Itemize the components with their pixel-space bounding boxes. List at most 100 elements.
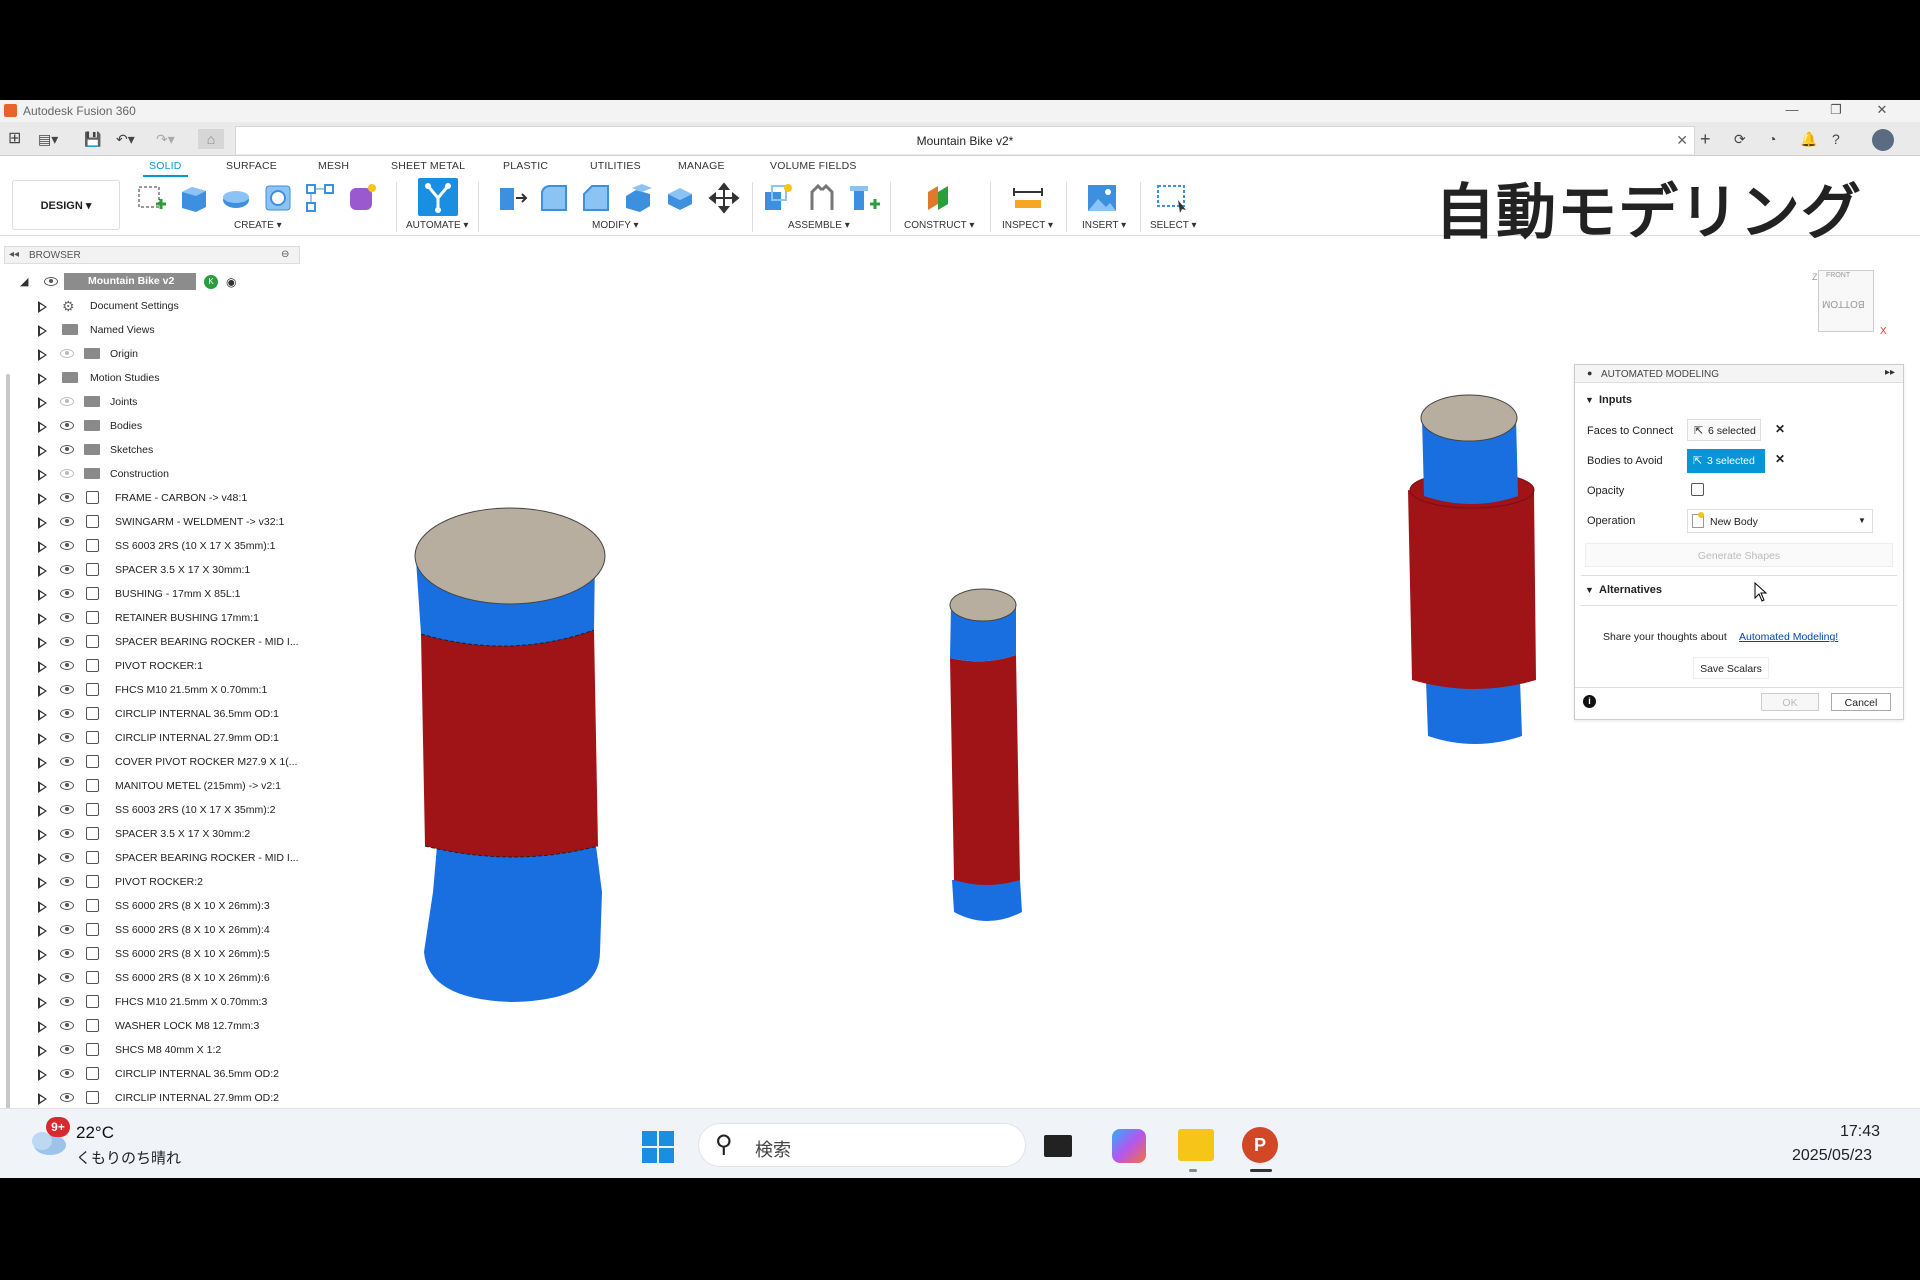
browser-item[interactable]: SPACER BEARING ROCKER - MID I... (8, 630, 300, 654)
expand-icon[interactable] (38, 1069, 47, 1081)
browser-item[interactable]: SS 6003 2RS (10 X 17 X 35mm):1 (8, 534, 300, 558)
visibility-icon[interactable] (60, 1021, 74, 1030)
visibility-icon[interactable] (60, 589, 74, 598)
browser-root-row[interactable]: ◢ Mountain Bike v2 K ◉ (8, 270, 300, 294)
expand-icon[interactable] (38, 1045, 47, 1057)
avatar[interactable] (1872, 129, 1894, 151)
tab-sheet-metal[interactable]: SHEET METAL (391, 160, 465, 172)
insert-image-icon[interactable] (1086, 182, 1118, 214)
activate-radio-icon[interactable]: ◉ (226, 275, 236, 289)
browser-toggle-icon[interactable]: ⊖ (281, 249, 289, 260)
expand-icon[interactable] (38, 421, 47, 433)
expand-icon[interactable] (38, 637, 47, 649)
expand-icon[interactable] (38, 541, 47, 553)
browser-item[interactable]: Construction (8, 462, 300, 486)
browser-item[interactable]: CIRCLIP INTERNAL 27.9mm OD:1 (8, 726, 300, 750)
visibility-icon[interactable] (60, 349, 74, 358)
expand-icon[interactable] (38, 373, 47, 385)
minimize-button[interactable]: — (1772, 102, 1812, 117)
help-icon[interactable]: ? (1832, 129, 1840, 149)
visibility-icon[interactable] (60, 709, 74, 718)
browser-item[interactable]: FRAME - CARBON -> v48:1 (8, 486, 300, 510)
expand-icon[interactable] (38, 565, 47, 577)
visibility-icon[interactable] (60, 997, 74, 1006)
select-group-label[interactable]: SELECT ▾ (1150, 220, 1197, 231)
visibility-icon[interactable] (60, 781, 74, 790)
inspect-group-label[interactable]: INSPECT ▾ (1002, 220, 1053, 231)
visibility-icon[interactable] (60, 973, 74, 982)
browser-item[interactable]: Origin (8, 342, 300, 366)
home-icon[interactable]: ⌂ (198, 129, 224, 149)
tab-manage[interactable]: MANAGE (678, 160, 725, 172)
windows-start-icon[interactable] (640, 1129, 676, 1165)
chamfer-icon[interactable] (580, 182, 612, 214)
browser-item[interactable]: SPACER BEARING ROCKER - MID I... (8, 846, 300, 870)
maximize-button[interactable]: ❐ (1816, 102, 1856, 118)
expand-icon[interactable] (38, 445, 47, 457)
expand-panel-icon[interactable]: ▸▸ (1885, 367, 1895, 378)
expand-icon[interactable] (38, 997, 47, 1009)
browser-item[interactable]: MANITOU METEL (215mm) -> v2:1 (8, 774, 300, 798)
expand-icon[interactable] (38, 949, 47, 961)
root-visibility-icon[interactable] (44, 277, 58, 286)
app-grid-icon[interactable]: ⊞ (8, 129, 21, 149)
expand-icon[interactable] (38, 829, 47, 841)
browser-item[interactable]: SWINGARM - WELDMENT -> v32:1 (8, 510, 300, 534)
save-icon[interactable]: 💾 (84, 129, 101, 149)
expand-icon[interactable] (38, 781, 47, 793)
browser-item[interactable]: Joints (8, 390, 300, 414)
body-cylinder-right[interactable] (1408, 394, 1536, 744)
copilot-icon[interactable] (1112, 1129, 1146, 1163)
visibility-icon[interactable] (60, 877, 74, 886)
as-built-joint-icon[interactable] (848, 182, 880, 214)
visibility-icon[interactable] (60, 685, 74, 694)
visibility-icon[interactable] (60, 397, 74, 406)
visibility-icon[interactable] (60, 637, 74, 646)
browser-item[interactable]: SS 6000 2RS (8 X 10 X 26mm):5 (8, 942, 300, 966)
view-cube[interactable]: FRONT BOTTOM Z X (1812, 270, 1892, 346)
visibility-icon[interactable] (60, 1093, 74, 1102)
combine-icon[interactable] (664, 182, 696, 214)
tab-solid[interactable]: SOLID (143, 160, 187, 177)
expand-icon[interactable] (38, 877, 47, 889)
pattern-icon[interactable] (304, 182, 336, 214)
expand-icon[interactable] (38, 901, 47, 913)
tab-volume-fields[interactable]: VOLUME FIELDS (770, 160, 857, 172)
browser-item[interactable]: PIVOT ROCKER:2 (8, 870, 300, 894)
job-status-icon[interactable]: ◔ (1768, 129, 1776, 149)
revolve-icon[interactable] (220, 182, 252, 214)
opacity-checkbox[interactable] (1691, 483, 1704, 496)
alternatives-collapse-icon[interactable]: ▼ (1585, 585, 1594, 595)
workspace-switcher[interactable]: DESIGN ▾ (12, 180, 120, 230)
save-scalars-button[interactable]: Save Scalars (1693, 657, 1769, 679)
weather-desc[interactable]: くもりのち晴れ (76, 1147, 181, 1168)
construct-group-label[interactable]: CONSTRUCT ▾ (904, 220, 974, 231)
browser-item[interactable]: CIRCLIP INTERNAL 36.5mm OD:2 (8, 1062, 300, 1086)
redo-icon[interactable]: ↷▾ (156, 129, 175, 149)
insert-group-label[interactable]: INSERT ▾ (1082, 220, 1126, 231)
browser-item[interactable]: WASHER LOCK M8 12.7mm:3 (8, 1014, 300, 1038)
visibility-icon[interactable] (60, 949, 74, 958)
expand-icon[interactable] (38, 397, 47, 409)
operation-dropdown[interactable]: New Body ▼ (1687, 509, 1873, 533)
visibility-icon[interactable] (60, 565, 74, 574)
automate-group-label[interactable]: AUTOMATE ▾ (406, 220, 468, 231)
faces-to-connect-selector[interactable]: ⇱ 6 selected (1687, 419, 1761, 441)
browser-item[interactable]: Sketches (8, 438, 300, 462)
expand-icon[interactable] (38, 349, 47, 361)
cancel-button[interactable]: Cancel (1831, 693, 1891, 711)
browser-item[interactable]: PIVOT ROCKER:1 (8, 654, 300, 678)
generate-shapes-button[interactable]: Generate Shapes (1585, 543, 1893, 567)
create-group-label[interactable]: CREATE ▾ (234, 220, 282, 231)
extensions-icon[interactable]: ⟳ (1734, 129, 1746, 149)
visibility-icon[interactable] (60, 805, 74, 814)
info-icon[interactable]: i (1583, 695, 1596, 708)
expand-icon[interactable] (38, 925, 47, 937)
browser-item[interactable]: FHCS M10 21.5mm X 0.70mm:3 (8, 990, 300, 1014)
shell-icon[interactable] (622, 182, 654, 214)
tab-plastic[interactable]: PLASTIC (503, 160, 548, 172)
expand-icon[interactable] (38, 325, 47, 337)
browser-item[interactable]: CIRCLIP INTERNAL 27.9mm OD:2 (8, 1086, 300, 1110)
powerpoint-icon[interactable]: P (1242, 1127, 1278, 1163)
undo-icon[interactable]: ↶▾ (116, 129, 135, 149)
